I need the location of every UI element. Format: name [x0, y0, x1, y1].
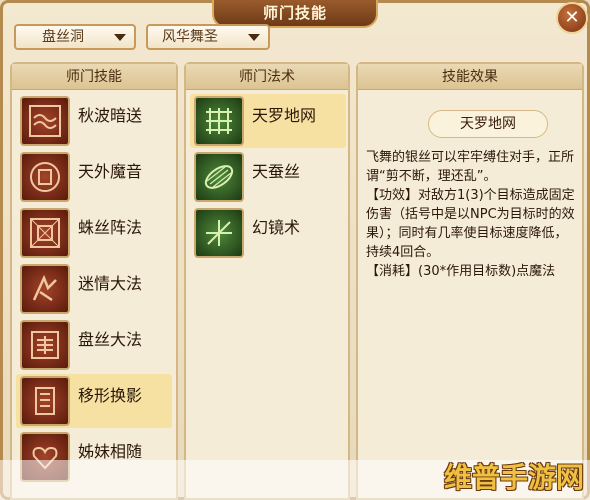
spell-item-tianluo[interactable]: 天罗地网 — [190, 94, 346, 148]
close-icon: ✕ — [564, 7, 580, 28]
spells-panel-header: 师门法术 — [186, 64, 348, 90]
spell-item-huanjing[interactable]: 幻镜术 — [190, 206, 346, 260]
silk-cocoon-icon — [194, 152, 244, 202]
skill-item-qiubo[interactable]: 秋波暗送 — [16, 94, 172, 148]
skills-panel-header: 师门技能 — [12, 64, 176, 90]
effect-title: 天罗地网 — [428, 110, 548, 138]
sect-dropdown[interactable]: 盘丝洞 — [14, 24, 136, 50]
bell-rune-icon — [20, 152, 70, 202]
school-dropdown[interactable]: 风华舞圣 — [146, 24, 270, 50]
spiral-rune-icon — [20, 320, 70, 370]
close-button[interactable]: ✕ — [556, 2, 588, 34]
spell-label: 天蚕丝 — [252, 162, 301, 181]
effect-description: 飞舞的银丝可以牢牢缚住对手，正所谓“剪不断，理还乱”。 【功效】对敌方1(3)个… — [366, 150, 575, 279]
sect-dropdown-value: 盘丝洞 — [42, 29, 84, 45]
skill-label: 盘丝大法 — [78, 330, 143, 349]
skill-item-miqing[interactable]: 迷情大法 — [16, 262, 172, 316]
skill-label: 秋波暗送 — [78, 106, 143, 125]
effect-panel-header: 技能效果 — [358, 64, 582, 90]
charm-rune-icon — [20, 264, 70, 314]
net-icon — [194, 96, 244, 146]
skill-label: 迷情大法 — [78, 274, 143, 293]
skill-item-tianwai[interactable]: 天外魔音 — [16, 150, 172, 204]
skill-item-zhusi[interactable]: 蛛丝阵法 — [16, 206, 172, 260]
mirror-icon — [194, 208, 244, 258]
wave-rune-icon — [20, 96, 70, 146]
skill-label: 天外魔音 — [78, 162, 143, 181]
skill-item-yixing[interactable]: 移形换影 — [16, 374, 172, 428]
spell-item-tiancan[interactable]: 天蚕丝 — [190, 150, 346, 204]
spell-label: 幻镜术 — [252, 218, 301, 237]
chevron-down-icon — [248, 34, 260, 41]
skill-item-pansi[interactable]: 盘丝大法 — [16, 318, 172, 372]
spell-label: 天罗地网 — [252, 106, 317, 125]
skill-label: 姊妹相随 — [78, 442, 143, 461]
effect-panel: 技能效果 天罗地网 飞舞的银丝可以牢牢缚住对手，正所谓“剪不断，理还乱”。 【功… — [356, 62, 584, 500]
spells-panel: 师门法术 天罗地网 天蚕丝 幻镜术 — [184, 62, 350, 500]
skill-label: 移形换影 — [78, 386, 143, 405]
school-dropdown-value: 风华舞圣 — [162, 29, 218, 45]
skills-panel: 师门技能 秋波暗送 天外魔音 蛛丝阵法 迷情大法 盘丝大法 移形换影 姊妹相随 — [10, 62, 178, 500]
web-square-icon — [20, 208, 70, 258]
watermark: 维普手游网 — [443, 461, 584, 494]
shadow-rune-icon — [20, 376, 70, 426]
chevron-down-icon — [114, 34, 126, 41]
skill-label: 蛛丝阵法 — [78, 218, 143, 237]
